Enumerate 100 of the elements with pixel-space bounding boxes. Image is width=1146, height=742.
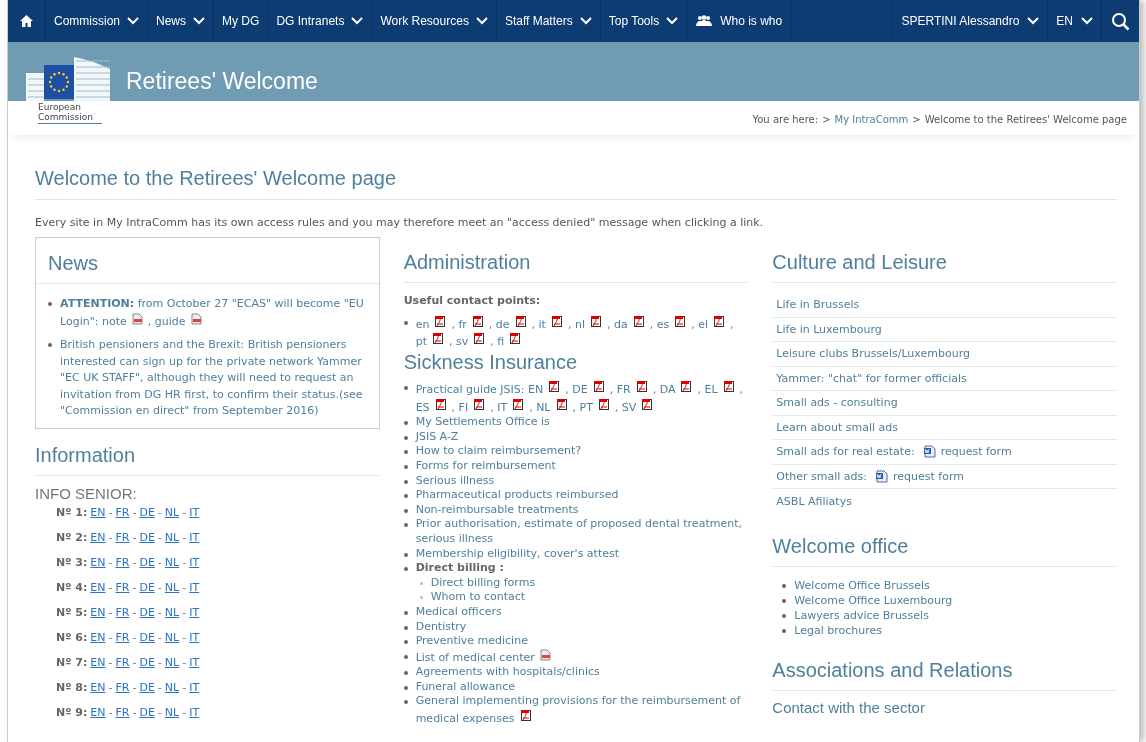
language-link[interactable]: FR [115, 629, 130, 645]
link[interactable]: request form [893, 468, 964, 484]
language-link[interactable]: EN [90, 654, 106, 670]
link[interactable]: es [656, 318, 670, 331]
language-link[interactable]: IT [189, 704, 200, 720]
link[interactable]: Agreements with hospitals/clinics [415, 665, 600, 680]
language-link[interactable]: DE [139, 629, 155, 645]
language-link[interactable]: IT [189, 529, 200, 545]
language-link[interactable]: DE [139, 579, 155, 595]
language-link[interactable]: NL [164, 554, 180, 570]
language-link[interactable]: NL [164, 504, 180, 520]
language-link[interactable]: FR [115, 529, 130, 545]
language-link[interactable]: IT [189, 604, 200, 620]
link[interactable]: FR [616, 383, 631, 396]
language-link[interactable]: FR [115, 554, 130, 570]
link[interactable]: Serious illness [415, 473, 495, 489]
language-link[interactable]: DE [139, 504, 155, 520]
link[interactable]: Life in Luxembourg [776, 321, 882, 337]
language-link[interactable]: NL [164, 629, 180, 645]
link[interactable]: nl [574, 318, 585, 331]
language-link[interactable]: IT [189, 654, 200, 670]
language-link[interactable]: DE [139, 604, 155, 620]
link[interactable]: Life in Brussels [776, 297, 860, 313]
link[interactable]: DE [572, 383, 588, 396]
link[interactable]: de [495, 318, 510, 331]
language-link[interactable]: NL [164, 704, 180, 720]
link[interactable]: Small ads - consulting [776, 395, 898, 411]
language-link[interactable]: EN [90, 704, 106, 720]
language-link[interactable]: DE [139, 529, 155, 545]
language-link[interactable]: EN [90, 554, 106, 570]
link[interactable]: pt [415, 335, 427, 348]
language-link[interactable]: EN [90, 529, 106, 545]
link[interactable]: EL [704, 383, 718, 396]
link[interactable]: Membership eligibility, cover's attest [415, 546, 620, 562]
language-link[interactable]: NL [164, 679, 180, 695]
link[interactable]: IT [497, 400, 508, 414]
link[interactable]: Welcome Office Brussels [794, 577, 930, 593]
language-link[interactable]: NL [164, 529, 180, 545]
link[interactable]: SV [621, 400, 637, 414]
link[interactable]: fr [458, 318, 467, 331]
language-link[interactable]: FR [115, 654, 130, 670]
link[interactable]: fi [497, 335, 505, 348]
link[interactable]: sv [455, 335, 469, 348]
link[interactable]: FI [458, 400, 469, 414]
link[interactable]: Leisure clubs Brussels/Luxembourg [776, 346, 970, 362]
link[interactable]: Yammer: "chat" for former officials [776, 370, 967, 386]
language-link[interactable]: DE [139, 679, 155, 695]
language-link[interactable]: IT [189, 629, 200, 645]
link[interactable]: Whom to contact [430, 590, 526, 605]
language-link[interactable]: IT [189, 579, 200, 595]
language-link[interactable]: FR [115, 604, 130, 620]
language-link[interactable]: NL [164, 579, 180, 595]
link[interactable]: Direct billing forms [430, 575, 536, 591]
language-link[interactable]: FR [115, 704, 130, 720]
link[interactable]: Funeral allowance [415, 679, 516, 695]
language-link[interactable]: IT [189, 504, 200, 520]
language-link[interactable]: EN [90, 629, 106, 645]
link[interactable]: request form [940, 444, 1012, 460]
link[interactable]: Non-reimbursable treatments [415, 502, 579, 518]
link[interactable]: DA [659, 383, 676, 396]
link[interactable]: NL [536, 400, 551, 414]
link[interactable]: Pharmaceutical products reimbursed [415, 488, 619, 503]
language-link[interactable]: FR [115, 579, 130, 595]
language-link[interactable]: DE [139, 704, 155, 720]
link[interactable]: Medical officers [415, 604, 502, 620]
language-link[interactable]: IT [189, 679, 200, 695]
language-link[interactable]: EN [90, 504, 106, 520]
link[interactable]: Preventive medicine [415, 634, 528, 649]
link[interactable]: note [101, 314, 127, 328]
link[interactable]: Welcome Office Luxembourg [794, 592, 953, 608]
breadcrumb-link[interactable]: My IntraComm [834, 112, 909, 127]
language-link[interactable]: EN [90, 604, 106, 620]
link[interactable]: How to claim reimbursement? [415, 444, 582, 459]
link[interactable]: EN [528, 383, 544, 396]
link[interactable]: JSIS A-Z [415, 429, 459, 445]
link[interactable]: List of medical center [415, 648, 551, 666]
language-link[interactable]: NL [164, 654, 180, 670]
link[interactable]: it [538, 318, 546, 331]
link[interactable]: en [415, 318, 430, 331]
link[interactable]: PT [579, 400, 593, 414]
language-link[interactable]: FR [115, 504, 130, 520]
link[interactable]: guide [154, 314, 186, 328]
link[interactable]: My Settlements Office is [415, 415, 550, 430]
language-link[interactable]: FR [115, 679, 130, 695]
language-link[interactable]: DE [139, 554, 155, 570]
language-link[interactable]: EN [90, 679, 106, 695]
link[interactable]: el [698, 318, 709, 331]
link[interactable]: General implementing provisions for the reimbursement of medical expenses [415, 694, 749, 727]
link[interactable]: ES [415, 400, 430, 414]
language-link[interactable]: DE [139, 654, 155, 670]
link[interactable]: da [613, 318, 628, 331]
link[interactable]: Forms for reimbursement [415, 458, 556, 474]
breadcrumb-link[interactable]: Welcome to the Retirees' Welcome page [924, 112, 1127, 127]
link[interactable]: Lawyers advice Brussels [794, 607, 929, 623]
link[interactable]: Learn about small ads [776, 419, 899, 435]
link[interactable]: Dentistry [415, 619, 467, 635]
link[interactable]: ASBL Afiliatys [776, 493, 852, 509]
link[interactable]: Prior authorisation, estimate of proposed dental treatment, serious illness [415, 517, 749, 547]
link[interactable]: Legal brochures [794, 622, 883, 638]
language-link[interactable]: IT [189, 554, 200, 570]
